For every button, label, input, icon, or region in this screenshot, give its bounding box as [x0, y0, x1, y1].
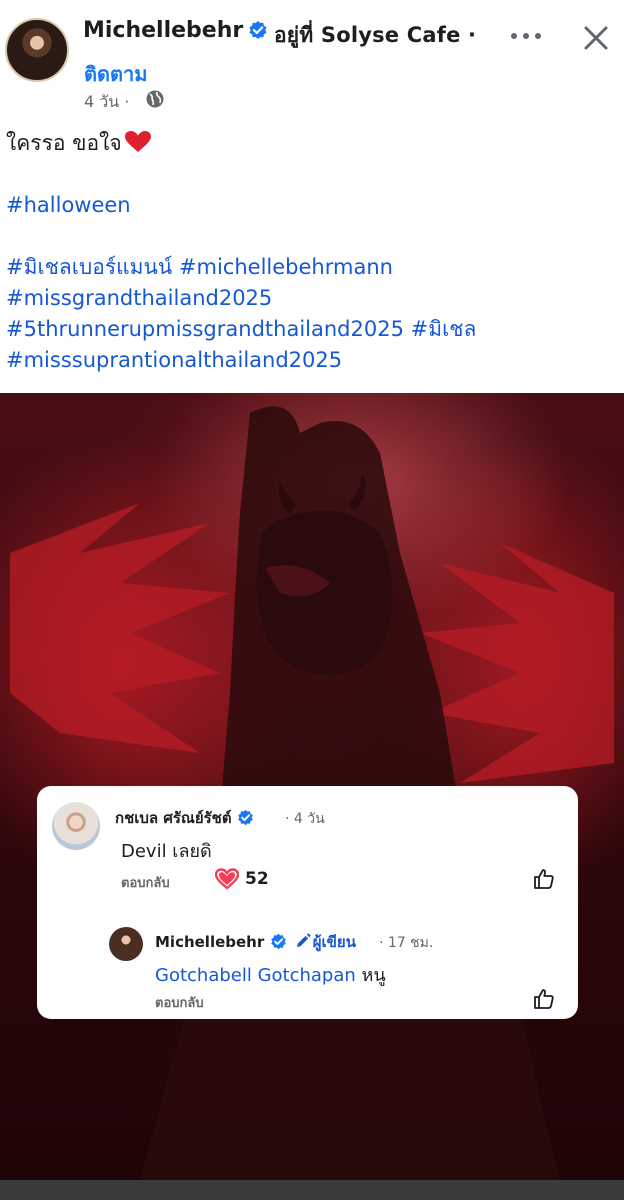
reply-author-avatar[interactable]	[109, 927, 143, 961]
more-icon[interactable]	[508, 24, 544, 48]
reply-author-row[interactable]: Michellebehr ผู้เขียน	[155, 930, 356, 954]
reply-text-row: Gotchabell Gotchapan หนู	[155, 960, 386, 989]
pen-icon	[296, 933, 311, 947]
caption-line-5: #5thrunnerupmissgrandthailand2025 #มิเชล	[6, 314, 618, 345]
post-header: Michellebehr อยู่ที่ Solyse Cafe · ติดตา…	[0, 0, 624, 120]
hashtag[interactable]: #michellebehrmann	[179, 255, 393, 279]
heart-emoji-icon	[124, 131, 151, 152]
hashtag[interactable]: #5thrunnerupmissgrandthailand2025	[6, 317, 404, 341]
mention-link[interactable]: Gotchabell Gotchapan	[155, 965, 356, 986]
caption-line-2: #halloween	[6, 190, 618, 221]
verified-icon	[270, 933, 286, 950]
author-name-row[interactable]: Michellebehr	[83, 18, 268, 43]
reaction-count[interactable]: 52	[245, 869, 269, 889]
verified-icon	[238, 809, 253, 826]
post-time[interactable]: 4 วัน ·	[84, 90, 129, 115]
reply-button[interactable]: ตอบกลับ	[121, 872, 170, 893]
commenter-name[interactable]: กชเบล ศรัณย์รัชต์	[115, 809, 232, 827]
like-icon[interactable]	[532, 987, 556, 1011]
commenter-name-row[interactable]: กชเบล ศรัณย์รัชต์	[115, 806, 254, 830]
globe-icon	[146, 90, 164, 108]
caption-line-1: ใครรอ ขอใจ	[6, 128, 618, 159]
heart-reaction-icon[interactable]	[215, 868, 239, 890]
reply-author-name[interactable]: Michellebehr	[155, 933, 264, 951]
author-name[interactable]: Michellebehr	[83, 18, 243, 43]
commenter-avatar[interactable]	[52, 802, 100, 850]
author-avatar[interactable]	[5, 18, 69, 82]
caption-line-6: #misssuprantionalthailand2025	[6, 345, 618, 376]
like-icon[interactable]	[532, 867, 556, 891]
caption-line-4: #missgrandthailand2025	[6, 283, 618, 314]
post-caption: ใครรอ ขอใจ #halloween #มิเชลเบอร์แมนน์ #…	[6, 128, 618, 376]
caption-text: ใครรอ ขอใจ	[6, 131, 122, 155]
reply-time: · 17 ชม.	[379, 935, 434, 951]
author-badge-label: ผู้เขียน	[312, 933, 356, 951]
post-photo[interactable]: กชเบล ศรัณย์รัชต์ · 4 วัน Devil เลยดิ ตอ…	[0, 393, 624, 1180]
comment-text: Devil เลยดิ	[121, 841, 212, 862]
comment-time: · 4 วัน	[285, 811, 325, 827]
comment-card: กชเบล ศรัณย์รัชต์ · 4 วัน Devil เลยดิ ตอ…	[37, 786, 578, 1019]
bottom-bar	[0, 1180, 624, 1200]
hashtag[interactable]: #มิเชลเบอร์แมนน์	[6, 255, 172, 279]
caption-line-3: #มิเชลเบอร์แมนน์ #michellebehrmann	[6, 252, 618, 283]
author-badge: ผู้เขียน	[295, 933, 356, 951]
verified-icon	[249, 21, 267, 39]
hashtag[interactable]: #halloween	[6, 193, 131, 217]
reply-text: หนู	[361, 965, 386, 986]
hashtag[interactable]: #misssuprantionalthailand2025	[6, 348, 342, 372]
follow-button[interactable]: ติดตาม	[84, 58, 147, 90]
hashtag[interactable]: #missgrandthailand2025	[6, 286, 272, 310]
reply-button[interactable]: ตอบกลับ	[155, 992, 204, 1013]
close-icon[interactable]	[578, 20, 614, 56]
location-text[interactable]: อยู่ที่ Solyse Cafe ·	[274, 19, 476, 52]
hashtag[interactable]: #มิเชล	[411, 317, 477, 341]
